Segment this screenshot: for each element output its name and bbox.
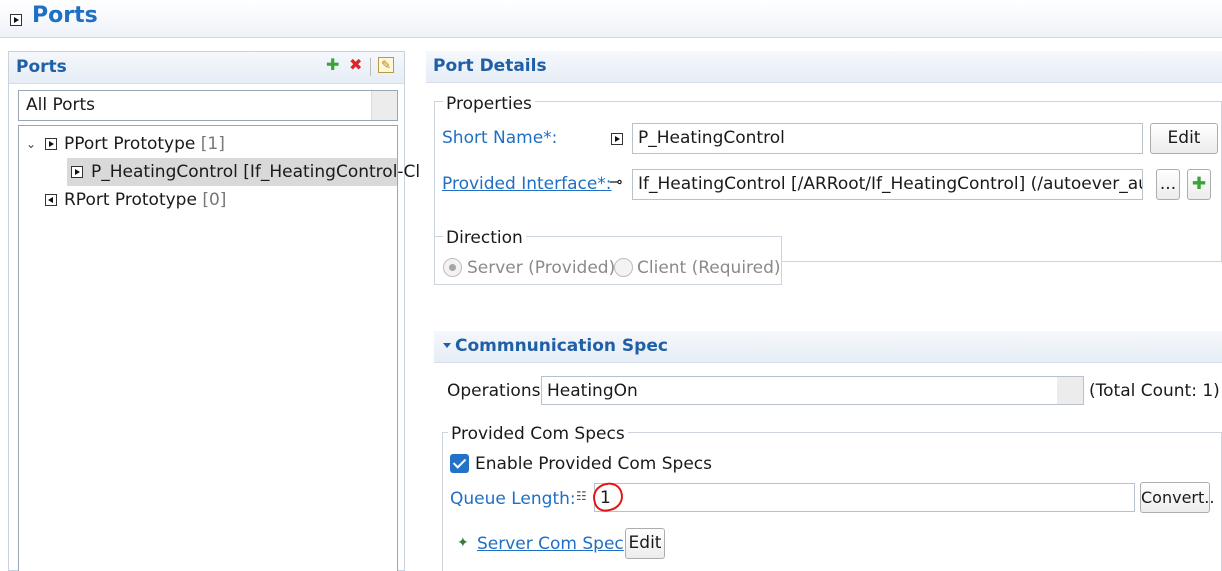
server-com-spec-link[interactable]: Server Com Spec xyxy=(477,534,624,554)
client-required-radio[interactable] xyxy=(614,258,633,277)
dropdown-arrow-area[interactable] xyxy=(1057,377,1083,404)
provided-com-specs-label: Provided Com Specs xyxy=(448,424,628,444)
ports-section-header: Ports ✚ ✖ ✎ xyxy=(9,52,404,84)
short-name-field[interactable]: P_HeatingControl xyxy=(632,123,1143,154)
browse-interface-button[interactable]: ... xyxy=(1156,169,1180,200)
provided-interface-field[interactable]: If_HeatingControl [/ARRoot/If_HeatingCon… xyxy=(632,169,1143,200)
port-details-section-header: Port Details xyxy=(426,51,1222,83)
operations-label: Operations xyxy=(447,381,541,401)
list-info-icon: ☷ xyxy=(576,489,587,503)
server-com-spec-edit-button[interactable]: Edit xyxy=(625,528,665,559)
server-com-spec-icon: ✦ xyxy=(457,535,469,551)
enable-provided-com-specs-label: Enable Provided Com Specs xyxy=(475,454,712,474)
queue-length-label: Queue Length: xyxy=(450,489,576,509)
ports-filter-dropdown[interactable]: All Ports xyxy=(18,90,398,121)
ports-panel: Ports ✚ ✖ ✎ All Ports ⌄ PPort Prototype … xyxy=(8,51,420,571)
total-count-text: (Total Count: 1) xyxy=(1089,381,1220,401)
operations-dropdown[interactable]: HeatingOn xyxy=(541,376,1084,405)
port-item-label: P_HeatingControl [If_HeatingControl-Cl xyxy=(91,162,421,182)
editor-title-bar: Ports xyxy=(0,0,1222,38)
short-name-label: Short Name*: xyxy=(442,128,558,148)
pport-label: PPort Prototype [1] xyxy=(64,134,225,154)
queue-length-field[interactable]: 1 xyxy=(594,483,1135,512)
comm-spec-title: Commnunication Spec xyxy=(455,336,668,356)
chevron-down-icon[interactable]: ⌄ xyxy=(26,130,36,158)
rport-label: RPort Prototype [0] xyxy=(64,190,227,210)
tree-row-pport[interactable]: ⌄ PPort Prototype [1] xyxy=(19,130,397,158)
delete-x-icon[interactable]: ✖ xyxy=(349,55,362,74)
properties-group-label: Properties xyxy=(443,94,535,114)
edit-pencil-icon[interactable]: ✎ xyxy=(378,57,394,73)
dropdown-arrow-area[interactable] xyxy=(371,91,397,120)
convert-button[interactable]: Convert.. xyxy=(1140,482,1214,513)
tree-row-p-heatingcontrol[interactable]: P_HeatingControl [If_HeatingControl-Cl xyxy=(67,158,420,186)
server-provided-label: Server (Provided) xyxy=(467,258,616,278)
editor-title: Ports xyxy=(32,3,98,28)
ports-header-title: Ports xyxy=(16,57,67,77)
pport-type-icon xyxy=(45,138,57,150)
rport-type-icon xyxy=(45,194,57,206)
plus-icon[interactable]: ✚ xyxy=(326,55,339,74)
filter-value: All Ports xyxy=(26,95,96,115)
collapse-arrow-icon[interactable] xyxy=(443,343,451,348)
client-required-label: Client (Required) xyxy=(637,258,781,278)
plus-icon: ✚ xyxy=(1191,174,1207,194)
port-item-icon xyxy=(71,166,83,178)
interface-provider-icon: ⊸ xyxy=(609,172,623,191)
comm-spec-section-header[interactable]: Commnunication Spec xyxy=(434,331,1222,363)
port-details-title: Port Details xyxy=(433,56,547,76)
add-interface-button[interactable]: ✚ xyxy=(1187,169,1211,200)
ports-tree: ⌄ PPort Prototype [1] P_HeatingControl [… xyxy=(18,125,420,571)
toolbar-divider xyxy=(370,58,371,76)
provided-interface-link[interactable]: Provided Interface*: xyxy=(442,174,612,194)
short-name-type-icon xyxy=(611,133,623,145)
port-details-panel: Port Details Properties Short Name*: P_H… xyxy=(426,51,1222,571)
direction-group-label: Direction xyxy=(443,228,526,248)
enable-provided-com-specs-checkbox[interactable] xyxy=(450,454,469,473)
short-name-edit-button[interactable]: Edit xyxy=(1150,123,1218,154)
tree-row-rport[interactable]: RPort Prototype [0] xyxy=(19,186,397,214)
expand-toggle-icon[interactable] xyxy=(10,14,22,26)
server-provided-radio[interactable] xyxy=(443,258,462,277)
